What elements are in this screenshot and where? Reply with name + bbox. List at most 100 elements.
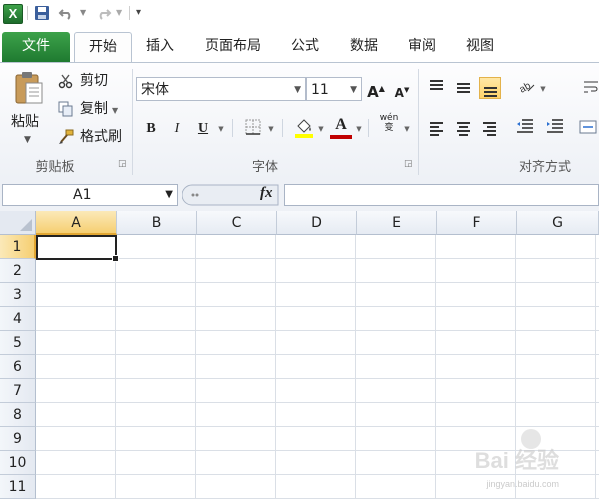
- row-header-5[interactable]: 5: [0, 331, 36, 355]
- column-header-b[interactable]: B: [117, 211, 197, 235]
- column-header-e[interactable]: E: [357, 211, 437, 235]
- cut-button[interactable]: 剪切: [58, 71, 108, 91]
- font-size-value: 11: [311, 82, 329, 98]
- column-header-f[interactable]: F: [437, 211, 517, 235]
- phonetic-guide-button[interactable]: wén 变: [376, 113, 402, 133]
- border-icon: [245, 119, 261, 135]
- font-name-select[interactable]: 宋体 ▼: [136, 77, 306, 101]
- worksheet-grid: A B C D E F G 1 2 3 4 5 6 7 8 9 10 11 Ba…: [0, 211, 599, 499]
- merge-center-button[interactable]: [578, 119, 598, 139]
- select-all-button[interactable]: [0, 211, 36, 235]
- shrink-font-button[interactable]: A▼: [392, 80, 412, 100]
- decrease-indent-icon: [517, 119, 533, 133]
- copy-button[interactable]: 复制 ▼: [58, 99, 118, 119]
- font-separator: [282, 119, 283, 137]
- ribbon: 粘贴 ▼ 剪切 复制 ▼ 格式刷 剪贴板 ◲ 宋体 ▼ 11 ▼ A▲ A▼ B …: [0, 62, 599, 180]
- chevron-down-icon: ▼: [294, 85, 301, 95]
- tab-insert[interactable]: 插入: [138, 32, 182, 62]
- format-painter-button[interactable]: 格式刷: [58, 127, 122, 147]
- row-header-9[interactable]: 9: [0, 427, 36, 451]
- font-color-dropdown-icon[interactable]: ▼: [354, 119, 364, 139]
- bold-button[interactable]: B: [142, 119, 160, 139]
- row-header-1[interactable]: 1: [0, 235, 36, 259]
- align-bottom-icon: [484, 87, 497, 99]
- tab-file[interactable]: 文件: [2, 32, 70, 62]
- fill-color-button[interactable]: [294, 117, 314, 138]
- font-group-label: 字体: [251, 160, 278, 175]
- paste-icon[interactable]: [14, 71, 44, 107]
- alignment-group-label: 对齐方式: [518, 160, 571, 175]
- align-left-button[interactable]: [426, 117, 448, 139]
- font-launcher-icon[interactable]: ◲: [404, 159, 413, 169]
- chevron-down-icon[interactable]: ▼: [165, 185, 173, 205]
- excel-app-icon[interactable]: X: [3, 4, 23, 24]
- decrease-indent-button[interactable]: [516, 117, 538, 139]
- italic-button[interactable]: I: [168, 119, 186, 139]
- column-header-a[interactable]: A: [36, 211, 117, 235]
- orientation-dropdown-icon[interactable]: ▼: [538, 79, 548, 99]
- clipboard-launcher-icon[interactable]: ◲: [118, 159, 127, 169]
- paste-button[interactable]: 粘贴: [11, 111, 39, 131]
- align-left-icon: [430, 122, 443, 138]
- redo-dropdown-icon[interactable]: ▼: [116, 5, 122, 21]
- undo-dropdown-icon[interactable]: ▼: [80, 5, 86, 21]
- align-center-icon: [457, 122, 470, 138]
- paint-bucket-icon: [295, 119, 313, 138]
- align-right-button[interactable]: [479, 117, 501, 139]
- align-middle-button[interactable]: [453, 77, 475, 99]
- font-color-swatch-icon: [330, 135, 352, 139]
- format-painter-label: 格式刷: [80, 129, 122, 145]
- copy-icon: [58, 101, 74, 117]
- active-cell-a1[interactable]: [36, 235, 119, 262]
- fill-color-dropdown-icon[interactable]: ▼: [316, 119, 326, 139]
- row-header-10[interactable]: 10: [0, 451, 36, 475]
- save-icon[interactable]: [34, 5, 50, 21]
- insert-function-button[interactable]: fx: [260, 185, 273, 202]
- wrap-text-button[interactable]: [582, 79, 599, 99]
- formula-input[interactable]: [284, 184, 599, 206]
- row-header-8[interactable]: 8: [0, 403, 36, 427]
- customize-qat-icon[interactable]: ▾: [136, 5, 141, 21]
- undo-icon[interactable]: [58, 5, 76, 21]
- tab-home[interactable]: 开始: [74, 32, 132, 63]
- underline-button[interactable]: U: [194, 119, 212, 139]
- column-header-g[interactable]: G: [517, 211, 599, 235]
- row-header-4[interactable]: 4: [0, 307, 36, 331]
- row-header-3[interactable]: 3: [0, 283, 36, 307]
- chevron-down-icon: ▼: [350, 85, 357, 95]
- column-header-d[interactable]: D: [277, 211, 357, 235]
- increase-indent-button[interactable]: [546, 117, 568, 139]
- copy-dropdown-icon[interactable]: ▼: [112, 106, 118, 115]
- align-top-button[interactable]: [426, 77, 448, 99]
- quick-access-toolbar: X ▼ ▼ ▾: [0, 0, 599, 28]
- align-center-button[interactable]: [453, 117, 475, 139]
- borders-button[interactable]: [244, 119, 262, 139]
- formula-bar: A1 ▼ fx: [0, 179, 599, 212]
- orientation-button[interactable]: ab: [516, 79, 538, 99]
- font-color-button[interactable]: A: [330, 115, 352, 139]
- column-header-c[interactable]: C: [197, 211, 277, 235]
- row-header-11[interactable]: 11: [0, 475, 36, 499]
- font-size-select[interactable]: 11 ▼: [306, 77, 362, 101]
- tab-view[interactable]: 视图: [458, 32, 502, 62]
- font-separator: [232, 119, 233, 137]
- tab-page-layout[interactable]: 页面布局: [196, 32, 270, 62]
- phonetic-dropdown-icon[interactable]: ▼: [402, 119, 412, 139]
- clipboard-group-label: 剪贴板: [35, 160, 75, 175]
- tab-review[interactable]: 审阅: [400, 32, 444, 62]
- row-header-7[interactable]: 7: [0, 379, 36, 403]
- font-separator: [368, 119, 369, 137]
- underline-dropdown-icon[interactable]: ▼: [216, 119, 226, 139]
- grow-font-button[interactable]: A▲: [366, 79, 386, 101]
- tab-data[interactable]: 数据: [342, 32, 386, 62]
- borders-dropdown-icon[interactable]: ▼: [266, 119, 276, 139]
- row-header-6[interactable]: 6: [0, 355, 36, 379]
- align-top-icon: [430, 80, 443, 92]
- name-box-value: A1: [73, 187, 92, 203]
- paste-dropdown-icon[interactable]: ▼: [24, 135, 31, 145]
- tab-formulas[interactable]: 公式: [283, 32, 327, 62]
- row-header-2[interactable]: 2: [0, 259, 36, 283]
- redo-icon[interactable]: [94, 5, 112, 21]
- align-bottom-button[interactable]: [479, 77, 501, 99]
- name-box[interactable]: A1 ▼: [2, 184, 178, 206]
